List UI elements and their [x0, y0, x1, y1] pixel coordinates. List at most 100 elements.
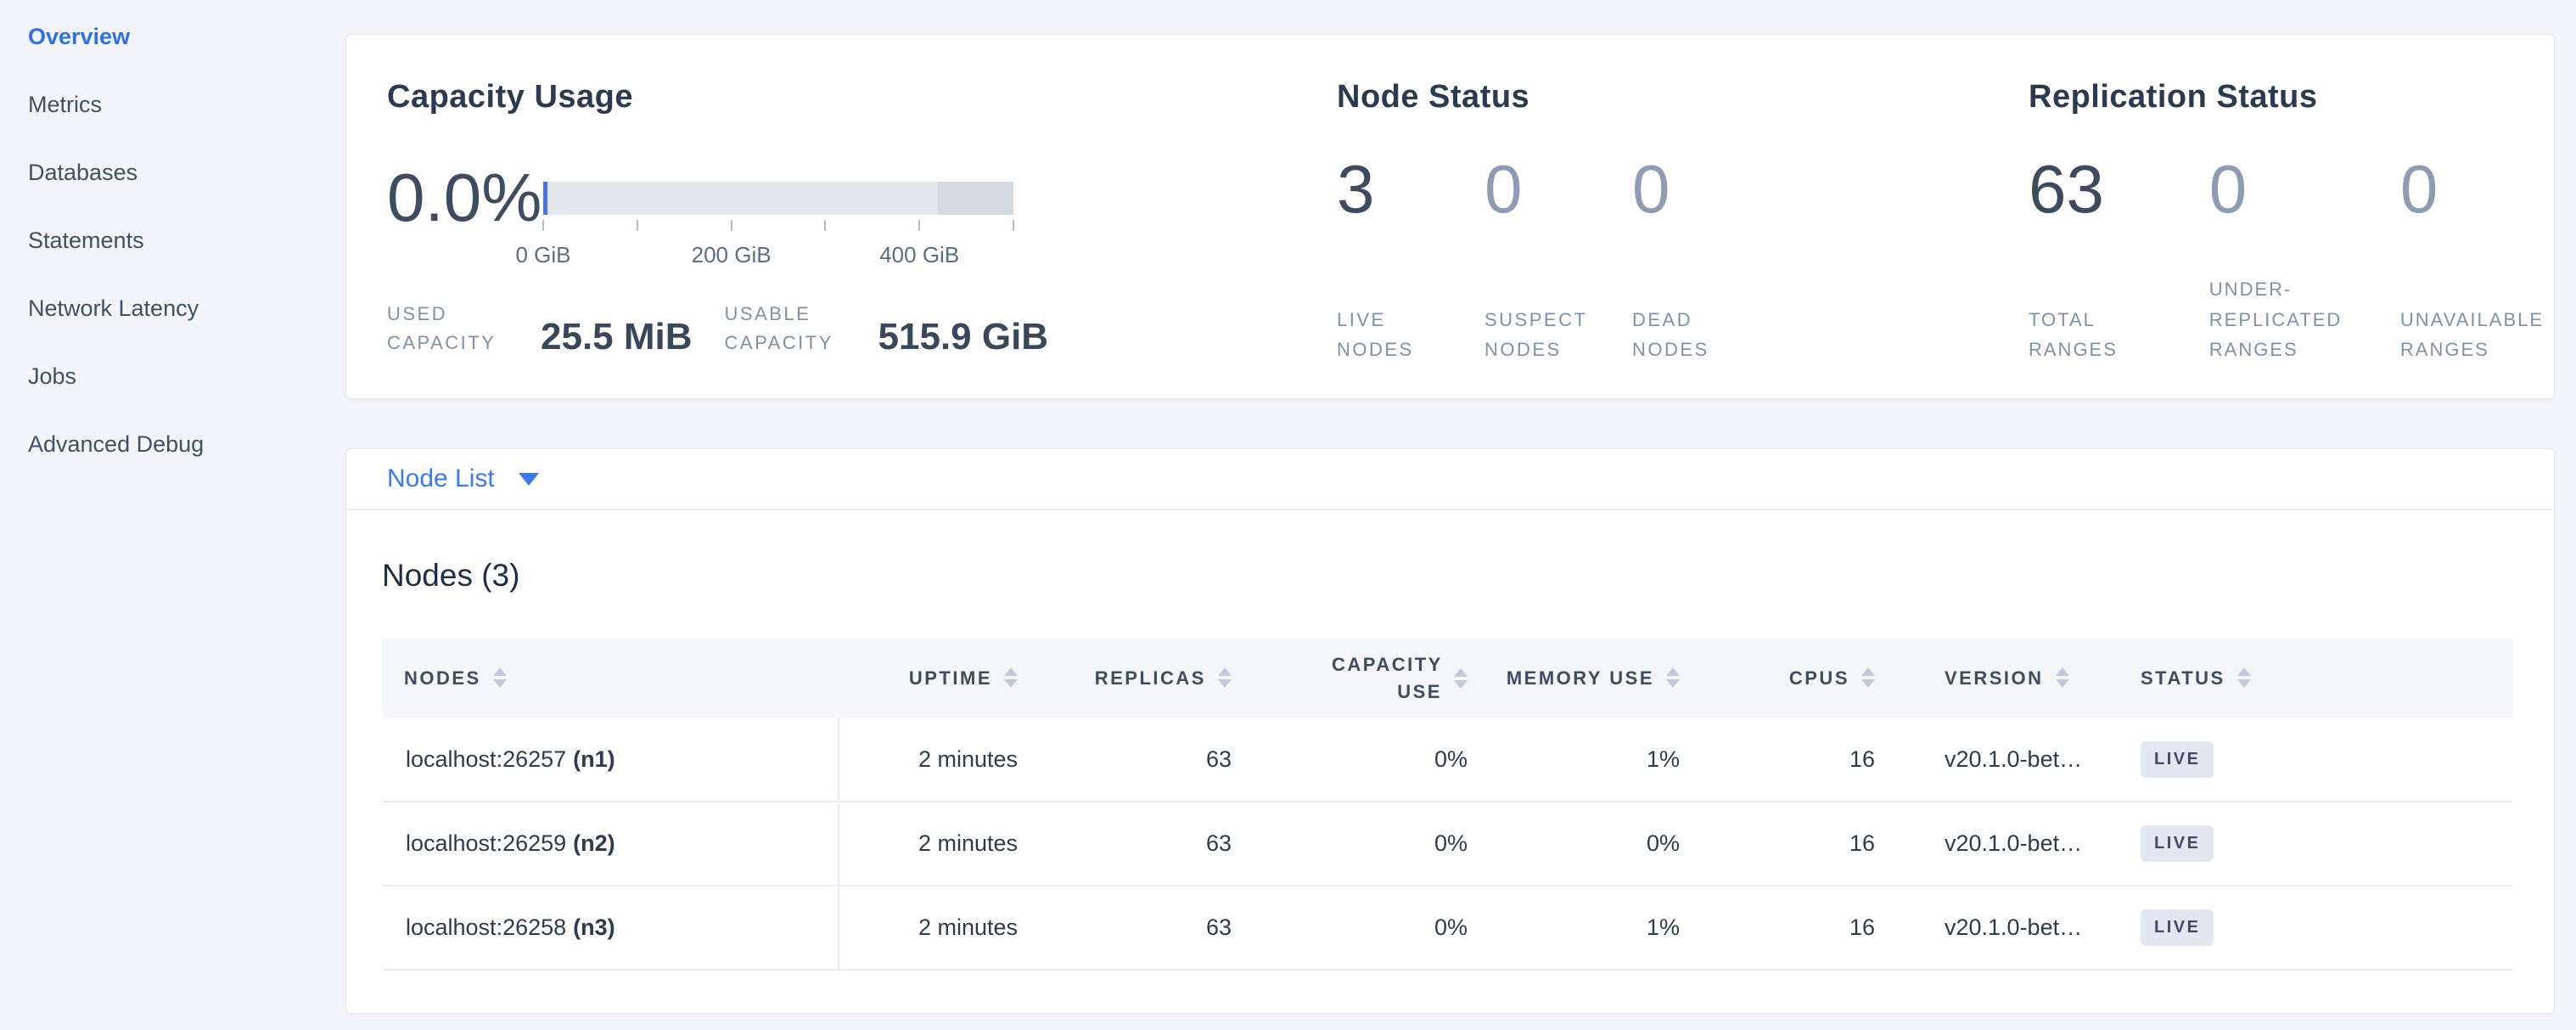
- uptime-cell: 2 minutes: [839, 718, 1028, 802]
- status-badge: LIVE: [2141, 909, 2214, 946]
- sidebar-item-advanced-debug[interactable]: Advanced Debug: [28, 431, 204, 458]
- view-selector-row: Node List: [346, 449, 2554, 510]
- suspect-nodes-metric: 0 SUSPECT NODES: [1484, 155, 1591, 364]
- version-cell: v20.1.0-bet…: [1885, 718, 2134, 802]
- metric-value: 0: [1484, 155, 1591, 223]
- replicas-cell: 63: [1028, 802, 1242, 886]
- sidebar-item-overview[interactable]: Overview: [28, 23, 130, 50]
- memory-use-cell: 1%: [1478, 718, 1690, 802]
- gauge-tick-label: 200 GiB: [692, 242, 772, 268]
- node-address-cell[interactable]: localhost:26258 (n3): [382, 886, 839, 970]
- column-header-nodes[interactable]: NODES: [382, 639, 839, 718]
- column-header-status[interactable]: STATUS: [2134, 639, 2513, 718]
- capacity-gauge: [543, 182, 1013, 215]
- replicas-cell: 63: [1028, 718, 1242, 802]
- status-cell: LIVE: [2134, 802, 2513, 886]
- sort-icon[interactable]: [1666, 667, 1680, 688]
- cluster-summary-card: Capacity Usage 0.0% 0 GiB200 GiB400 GiB …: [345, 34, 2555, 399]
- table-header-row: NODES UPTIME REPLICAS CAPACITY USE MEMOR…: [382, 639, 2513, 718]
- replicas-cell: 63: [1028, 886, 1242, 970]
- live-nodes-metric: 3 LIVE NODES: [1337, 155, 1444, 364]
- node-list-dropdown-label: Node List: [387, 464, 495, 493]
- capacity-use-cell: 0%: [1242, 886, 1478, 970]
- sidebar-item-databases[interactable]: Databases: [28, 159, 137, 186]
- metric-value: 0: [2400, 155, 2554, 223]
- sort-icon[interactable]: [2056, 667, 2069, 688]
- status-cell: LIVE: [2134, 886, 2513, 970]
- nodes-table: NODES UPTIME REPLICAS CAPACITY USE MEMOR…: [382, 639, 2513, 971]
- under-replicated-ranges-metric: 0 UNDER-REPLICATED RANGES: [2209, 155, 2363, 364]
- sort-icon[interactable]: [2237, 667, 2251, 688]
- node-address-cell[interactable]: localhost:26259(n2): [382, 802, 839, 886]
- nodes-heading: Nodes (3): [382, 558, 519, 594]
- unavailable-ranges-metric: 0 UNAVAILABLE RANGES: [2400, 155, 2554, 364]
- node-address: localhost:26259: [406, 830, 566, 856]
- capacity-gauge-axis: 0 GiB200 GiB400 GiB: [543, 220, 1013, 279]
- column-header-uptime[interactable]: UPTIME: [839, 639, 1028, 718]
- uptime-cell: 2 minutes: [839, 886, 1028, 970]
- metric-label: SUSPECT NODES: [1484, 305, 1591, 364]
- node-id: (n3): [573, 915, 615, 940]
- node-address: localhost:26258: [406, 915, 566, 940]
- uptime-cell: 2 minutes: [839, 802, 1028, 886]
- usable-capacity-value: 515.9 GiB: [878, 317, 1049, 357]
- used-capacity-label: USED CAPACITY: [387, 300, 519, 357]
- metric-value: 0: [1632, 155, 1739, 223]
- gauge-tick: [918, 220, 920, 231]
- node-address: localhost:26257: [406, 746, 566, 772]
- table-row[interactable]: localhost:26259(n2) 2 minutes 63 0% 0% 1…: [382, 802, 2513, 886]
- capacity-use-cell: 0%: [1242, 802, 1478, 886]
- sidebar-item-network-latency[interactable]: Network Latency: [28, 295, 199, 322]
- version-cell: v20.1.0-bet…: [1885, 886, 2134, 970]
- sidebar: Overview Metrics Databases Statements Ne…: [0, 0, 345, 1030]
- table-row[interactable]: localhost:26258(n3) 2 minutes 63 0% 1% 1…: [382, 886, 2513, 970]
- metric-value: 0: [2209, 155, 2363, 223]
- cpus-cell: 16: [1690, 802, 1885, 886]
- usable-capacity-stat: USABLE CAPACITY 515.9 GiB: [725, 300, 1049, 357]
- column-header-memory-use[interactable]: MEMORY USE: [1478, 639, 1690, 718]
- used-capacity-value: 25.5 MiB: [541, 317, 693, 357]
- table-row[interactable]: localhost:26257(n1) 2 minutes 63 0% 1% 1…: [382, 718, 2513, 802]
- sort-icon[interactable]: [1454, 668, 1468, 689]
- node-list-card: Node List Nodes (3) NODES UPTIME REPLICA…: [345, 448, 2555, 1014]
- sidebar-item-metrics[interactable]: Metrics: [28, 91, 102, 118]
- column-header-replicas[interactable]: REPLICAS: [1028, 639, 1242, 718]
- caret-down-icon: [519, 473, 539, 486]
- gauge-tick: [824, 220, 826, 231]
- dead-nodes-metric: 0 DEAD NODES: [1632, 155, 1739, 364]
- capacity-usage-title: Capacity Usage: [387, 79, 633, 115]
- gauge-tick-label: 0 GiB: [515, 242, 570, 268]
- metric-label: UNDER-REPLICATED RANGES: [2209, 274, 2363, 364]
- gauge-tick: [1013, 220, 1014, 231]
- sort-icon[interactable]: [1218, 667, 1232, 688]
- gauge-tick: [637, 220, 638, 231]
- capacity-gauge-used-segment: [543, 182, 547, 215]
- capacity-percent: 0.0%: [387, 164, 542, 232]
- status-cell: LIVE: [2134, 718, 2513, 802]
- version-cell: v20.1.0-bet…: [1885, 802, 2134, 886]
- status-badge: LIVE: [2141, 825, 2214, 862]
- sort-icon[interactable]: [493, 667, 507, 688]
- replication-status-title: Replication Status: [2029, 79, 2318, 115]
- sidebar-item-statements[interactable]: Statements: [28, 227, 144, 254]
- node-address-cell[interactable]: localhost:26257(n1): [382, 718, 839, 802]
- sort-icon[interactable]: [1861, 667, 1875, 688]
- memory-use-cell: 1%: [1478, 886, 1690, 970]
- metric-label: TOTAL RANGES: [2029, 305, 2172, 364]
- column-header-capacity-use[interactable]: CAPACITY USE: [1242, 639, 1478, 718]
- sidebar-item-jobs[interactable]: Jobs: [28, 363, 76, 390]
- capacity-stats: USED CAPACITY 25.5 MiB USABLE CAPACITY 5…: [387, 300, 1048, 357]
- node-list-dropdown[interactable]: Node List: [387, 449, 539, 509]
- memory-use-cell: 0%: [1478, 802, 1690, 886]
- column-header-version[interactable]: VERSION: [1885, 639, 2134, 718]
- metric-label: DEAD NODES: [1632, 305, 1739, 364]
- total-ranges-metric: 63 TOTAL RANGES: [2029, 155, 2172, 364]
- gauge-tick: [731, 220, 732, 231]
- usable-capacity-label: USABLE CAPACITY: [725, 300, 856, 357]
- status-badge: LIVE: [2141, 741, 2214, 778]
- node-status-title: Node Status: [1337, 79, 1529, 115]
- metric-value: 3: [1337, 155, 1444, 223]
- metric-label: LIVE NODES: [1337, 305, 1444, 364]
- sort-icon[interactable]: [1004, 667, 1018, 688]
- column-header-cpus[interactable]: CPUS: [1690, 639, 1885, 718]
